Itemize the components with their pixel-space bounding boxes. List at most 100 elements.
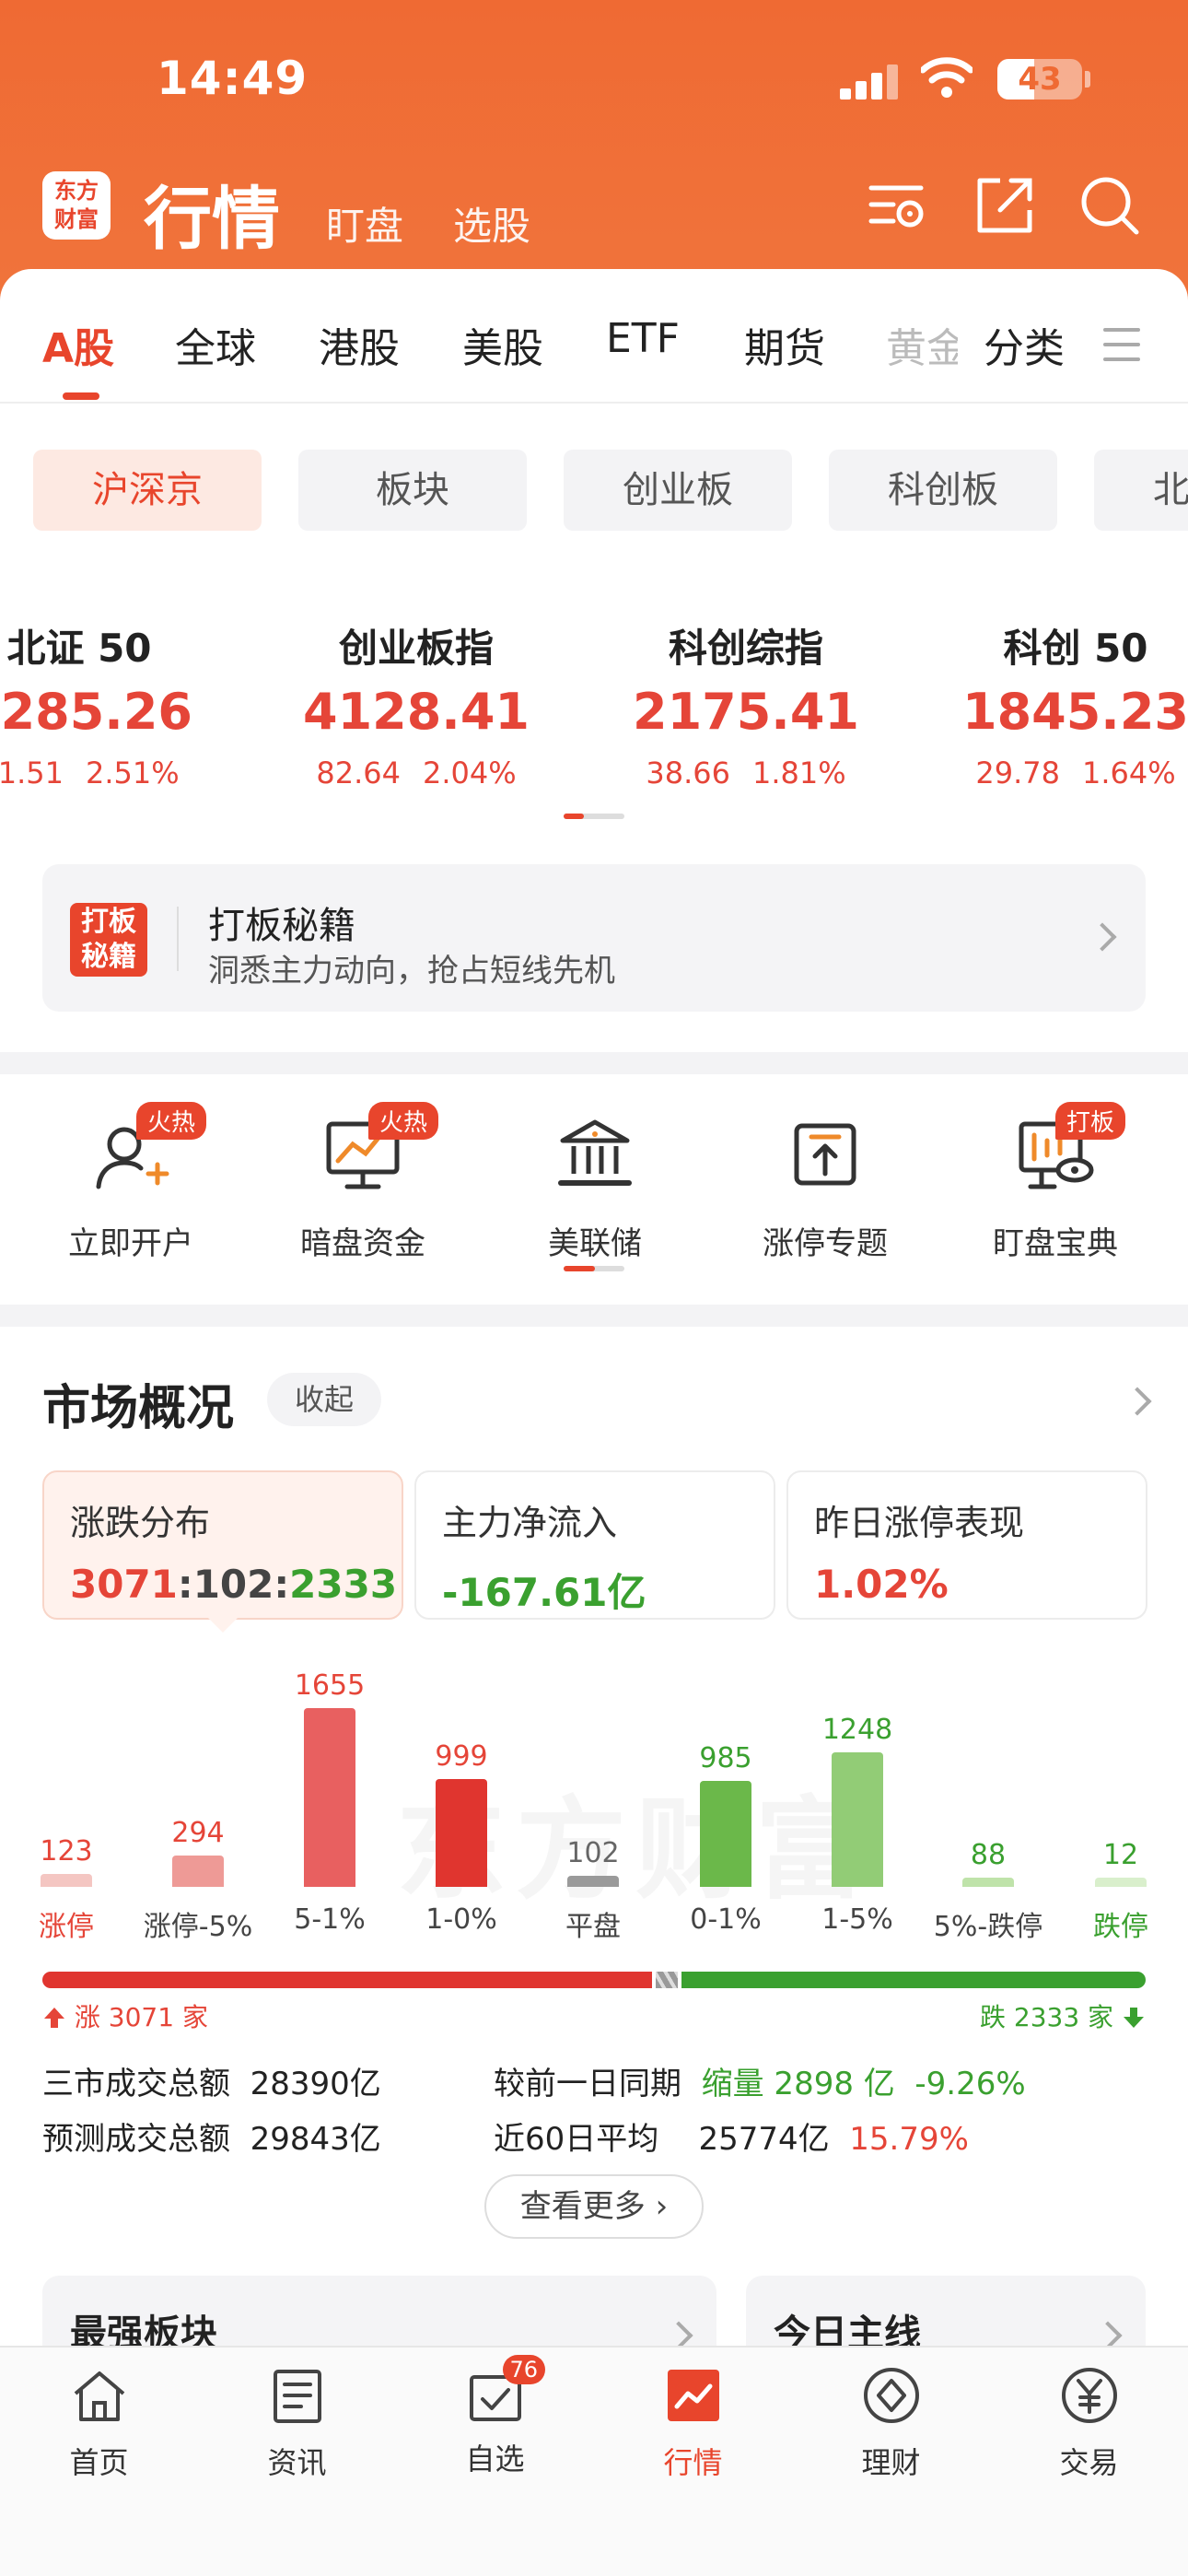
fall-ratio-bar — [681, 1972, 1146, 1988]
app-logo: 东方 财富 — [42, 171, 111, 240]
market-chart-icon — [667, 2370, 719, 2421]
tab-watch[interactable]: 盯盘 — [326, 195, 403, 252]
bar-5 — [700, 1781, 751, 1887]
tab-futures[interactable]: 期货 — [744, 315, 825, 374]
banner-title: 打板秘籍 — [208, 905, 355, 947]
subtab-shsz[interactable]: 沪深京 — [33, 450, 262, 531]
index-value: 2175.41 — [633, 683, 859, 741]
shortcut-limit-up[interactable]: 涨停专题 — [724, 1113, 926, 1263]
bar-value-label: 999 — [435, 1740, 488, 1773]
search-icon[interactable] — [1077, 173, 1142, 238]
nav-label: 交易 — [1059, 2445, 1119, 2480]
subtab-chinext[interactable]: 创业板 — [564, 450, 792, 531]
bar-value-label: 88 — [970, 1839, 1007, 1871]
tab-etf[interactable]: ETF — [606, 315, 680, 362]
subtab-sector[interactable]: 板块 — [298, 450, 527, 531]
yuan-icon — [1061, 2368, 1117, 2423]
card-value: -167.61亿 — [442, 1570, 646, 1615]
card-label: 涨跌分布 — [70, 1503, 211, 1543]
index-card-chinext[interactable]: 创业板指 4128.41 82.64 2.04% — [278, 617, 554, 790]
card-yesterday-limit-up[interactable]: 昨日涨停表现 1.02% — [786, 1470, 1147, 1620]
index-pager — [564, 814, 624, 819]
nav-market[interactable]: 行情 — [594, 2366, 792, 2482]
tab-us[interactable]: 美股 — [462, 315, 543, 374]
tab-hk[interactable]: 港股 — [319, 315, 400, 374]
bottom-nav: 首页 资讯 76 自选 行情 理财 交易 — [0, 2346, 1188, 2576]
wealth-diamond-icon — [863, 2368, 919, 2423]
shortcut-open-account[interactable]: 火热 立即开户 — [29, 1102, 232, 1263]
view-more-button[interactable]: 查看更多 › — [484, 2174, 704, 2239]
nav-label: 首页 — [69, 2445, 129, 2480]
share-icon[interactable] — [973, 173, 1037, 238]
tab-category[interactable]: 分类 — [984, 315, 1065, 374]
index-name: 创业板指 — [338, 626, 494, 671]
limit-up-icon — [794, 1123, 856, 1186]
shortcut-fed[interactable]: 美联储 — [494, 1113, 696, 1263]
card-label: 昨日涨停表现 — [814, 1503, 1025, 1543]
bar-value-label: 12 — [1102, 1839, 1139, 1871]
logo-text-bottom: 财富 — [54, 206, 99, 232]
card-net-inflow[interactable]: 主力净流入 -167.61亿 — [414, 1470, 775, 1620]
page-title: 行情 — [144, 180, 280, 259]
shortcut-grid: 火热 立即开户 火热 暗盘资金 美联储 涨停专题 打板 盯盘宝典 — [0, 1074, 1188, 1305]
flat-ratio-bar — [656, 1972, 678, 1988]
chevron-right-icon[interactable] — [1123, 1387, 1152, 1416]
shortcut-watch-guide[interactable]: 打板 盯盘宝典 — [954, 1102, 1157, 1263]
bar-4 — [567, 1876, 619, 1887]
tab-stock-picker[interactable]: 选股 — [453, 195, 530, 252]
subtab-star[interactable]: 科创板 — [829, 450, 1057, 531]
battery-icon: 43 — [997, 59, 1082, 100]
card-value: 3071:102:2333 — [70, 1562, 398, 1607]
index-card-star-composite[interactable]: 科创综指 2175.41 38.66 1.81% — [608, 617, 884, 790]
hot-badge: 火热 — [368, 1102, 439, 1140]
arrow-down-icon — [1123, 2008, 1144, 2028]
bar-value-label: 1655 — [294, 1669, 366, 1702]
banner-subtitle: 洞悉主力动向，抢占短线先机 — [208, 953, 615, 989]
collapse-button[interactable]: 收起 — [267, 1373, 381, 1426]
tab-gold[interactable]: 黄金 — [886, 315, 958, 374]
watchlist-badge: 76 — [502, 2355, 546, 2384]
card-value: 1.02% — [814, 1562, 949, 1607]
rise-count: 涨 3071 家 — [42, 1997, 208, 2034]
bar-2 — [304, 1708, 355, 1887]
index-name: 北证 50 — [6, 626, 152, 671]
index-card-star50[interactable]: 科创 50 1845.23 29.78 1.64% — [938, 617, 1188, 790]
header-bar: 14:49 43 东方 财富 行情 盯盘 选股 — [0, 0, 1188, 313]
nav-label: 行情 — [663, 2445, 723, 2480]
bar-value-label: 102 — [566, 1837, 620, 1869]
daban-badge: 打板 — [1055, 1102, 1126, 1140]
news-icon — [273, 2370, 321, 2423]
nav-watchlist[interactable]: 76 自选 — [396, 2355, 594, 2478]
card-rise-fall[interactable]: 涨跌分布 3071:102:2333 — [42, 1470, 403, 1620]
shortcut-label: 立即开户 — [68, 1225, 193, 1262]
index-card-bse50[interactable]: 北证 50 1285.26 31.512.51% — [0, 617, 217, 790]
tab-a-share[interactable]: A股 — [42, 315, 114, 374]
bar-value-label: 123 — [40, 1835, 93, 1868]
fall-count: 跌 2333 家 — [980, 1997, 1146, 2034]
nav-trade[interactable]: 交易 — [990, 2366, 1188, 2482]
nav-wealth[interactable]: 理财 — [792, 2366, 990, 2482]
subtab-bse[interactable]: 北 — [1094, 450, 1188, 531]
chevron-right-icon — [1088, 922, 1117, 952]
settings-filter-icon[interactable] — [866, 173, 930, 238]
banner-daban[interactable]: 打板 秘籍 打板秘籍 洞悉主力动向，抢占短线先机 — [42, 864, 1146, 1012]
card-pointer — [208, 1618, 238, 1633]
nav-home[interactable]: 首页 — [0, 2366, 198, 2482]
bar-value-label: 985 — [699, 1742, 752, 1774]
index-change: 38.66 1.81% — [646, 755, 846, 790]
shortcut-dark-pool[interactable]: 火热 暗盘资金 — [262, 1102, 464, 1263]
index-value: 1845.23 — [962, 683, 1188, 741]
menu-icon[interactable] — [1103, 328, 1140, 361]
active-tab-indicator — [63, 392, 99, 400]
index-name: 科创综指 — [668, 626, 823, 671]
index-change: 31.512.51% — [0, 755, 180, 790]
nav-news[interactable]: 资讯 — [198, 2366, 396, 2482]
bank-icon — [558, 1119, 632, 1186]
rise-fall-distribution-chart: 东方财富 123涨停294涨停-5%16555-1%9991-0%102平盘98… — [0, 1649, 1188, 1944]
tab-global[interactable]: 全球 — [175, 315, 256, 374]
stat-predicted-volume: 预测成交总额 29843亿 — [42, 2121, 381, 2158]
bar-0 — [41, 1874, 92, 1887]
index-value: 4128.41 — [303, 683, 530, 741]
shortcut-label: 暗盘资金 — [300, 1225, 425, 1262]
logo-text-top: 东方 — [54, 178, 99, 204]
